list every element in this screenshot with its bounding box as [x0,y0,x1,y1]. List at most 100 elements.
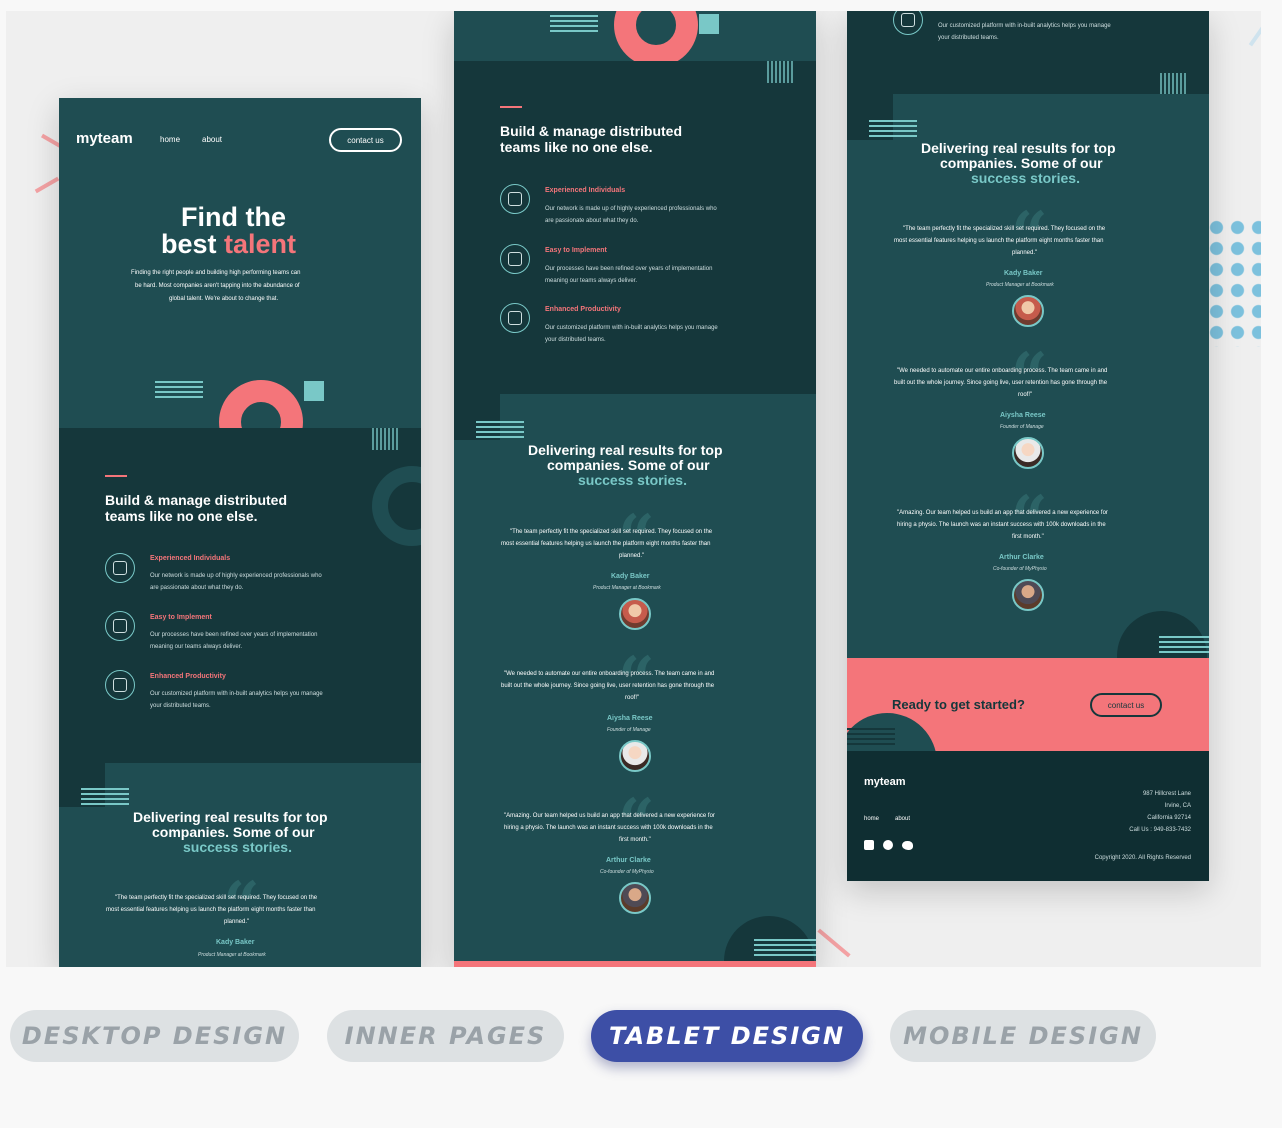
testimonial-name: Kady Baker [611,573,650,580]
contact-us-button[interactable]: contact us [329,128,402,152]
cta-contact-button[interactable]: contact us [1090,693,1162,717]
testimonial-name: Arthur Clarke [999,554,1044,561]
testimonial-text: hiring a physio. The launch was an insta… [897,522,1106,528]
results-title-line1: Delivering real results for top [528,442,723,458]
decor-lines [869,120,917,140]
testimonial-text: planned." [1012,250,1038,256]
footer-address-line: California 92714 [1147,815,1191,821]
logo: myteam [76,130,133,147]
footer-about-link[interactable]: about [895,816,910,822]
avatar [619,740,651,772]
hero-title-line2: best talent [161,229,296,260]
footer-address-line: 987 Hillcrest Lane [1142,791,1191,797]
tab-desktop-design[interactable]: DESKTOP DESIGN [10,1010,299,1062]
chart-icon [500,303,530,333]
feature-title: Experienced Individuals [150,555,231,562]
footer-copyright: Copyright 2020. All Rights Reserved [1094,855,1191,861]
build-title-line1: Build & manage distributed [500,123,683,139]
build-section: Build & manage distributed teams like no… [454,61,816,394]
decor-grid [1160,73,1186,94]
testimonial-text: "We needed to automate our entire onboar… [897,368,1108,374]
footer: myteam home about 987 Hillcrest Lane Irv… [847,751,1209,881]
nav-about-link[interactable]: about [202,135,222,144]
results-title-line2: companies. Some of our [940,155,1103,171]
decor-lines [476,421,524,441]
avatar [1012,579,1044,611]
footer-address-line: Call Us : 949-833-7432 [1129,827,1191,833]
tab-tablet-design[interactable]: TABLET DESIGN [591,1010,863,1062]
decor-ring-half [372,466,421,546]
quote-icon: “ [1011,198,1048,273]
testimonial-text: roof!" [1018,392,1033,398]
quote-icon: “ [223,868,260,943]
build-title-line2: teams like no one else. [105,508,258,524]
facebook-icon[interactable] [864,840,874,850]
testimonial-name: Aiysha Reese [1000,412,1046,419]
results-title-line3: success stories. [578,472,687,488]
results-title-line1: Delivering real results for top [133,809,328,825]
footer-home-link[interactable]: home [864,816,879,822]
testimonial-text: roof!" [625,695,640,701]
mock-page-1: myteam home about contact us Find the be… [59,98,421,967]
decor-mint-square [304,381,324,401]
decor-coral-cross [34,176,60,194]
testimonial-text: "Amazing. Our team helped us build an ap… [504,813,715,819]
decor-mint-square [699,14,719,34]
testimonial-text: "Amazing. Our team helped us build an ap… [897,510,1108,516]
twitter-icon[interactable] [902,841,913,850]
avatar [1012,295,1044,327]
feature-text: Our network is made up of highly experie… [545,206,717,212]
decor-lines [155,381,203,401]
testimonial-text: "The team perfectly fit the specialized … [903,226,1106,232]
testimonial-role: Product Manager at Bookmark [593,585,661,591]
tab-mobile-design[interactable]: MOBILE DESIGN [890,1010,1156,1062]
feature-title: Experienced Individuals [545,187,626,194]
tab-label: TABLET DESIGN [608,1022,846,1050]
hero-body-line: global talent. We're about to change tha… [169,296,279,302]
cta-section: Ready to get started? contact us [847,658,1209,751]
testimonial-text: first month." [1012,534,1044,540]
feature-text: meaning our teams always deliver. [545,278,638,284]
pinterest-icon[interactable] [883,840,893,850]
feature-title: Enhanced Productivity [545,306,621,313]
tab-inner-pages[interactable]: INNER PAGES [327,1010,564,1062]
avatar [619,882,651,914]
decor-lines [1159,636,1209,656]
gear-icon [500,244,530,274]
contact-us-label: contact us [347,135,384,145]
results-title-line1: Delivering real results for top [921,140,1116,156]
feature-text: meaning our teams always deliver. [150,644,243,650]
avatar [619,598,651,630]
results-title-line3: success stories. [183,839,292,855]
design-tabs: DESKTOP DESIGN INNER PAGES TABLET DESIGN… [0,1010,1282,1064]
testimonial-text: most essential features helping us launc… [894,238,1104,244]
testimonial-name: Arthur Clarke [606,857,651,864]
nav-home-link[interactable]: home [160,135,180,144]
decor-coral-line [817,928,851,958]
mock-page-3: Our customized platform with in-built an… [847,11,1209,881]
chart-icon [893,11,923,35]
tab-label: INNER PAGES [344,1022,547,1050]
decor-grid [372,428,398,450]
accent-bar [500,106,522,108]
footer-address-line: Irvine, CA [1164,803,1191,809]
feature-text: Our processes have been refined over yea… [545,266,713,272]
feature-text: your distributed teams. [545,337,606,343]
decor-lines [754,939,816,959]
testimonial-role: Co-founder of MyPhysio [600,869,654,875]
feature-text: Our network is made up of highly experie… [150,573,322,579]
testimonial-name: Kady Baker [216,939,255,946]
testimonial-text: hiring a physio. The launch was an insta… [504,825,713,831]
testimonial-text: planned." [619,553,645,559]
accent-bar [105,475,127,477]
chart-icon [105,670,135,700]
hero-title-prefix: best [161,229,225,259]
feature-text: are passionate about what they do. [545,218,639,224]
feature-text: are passionate about what they do. [150,585,244,591]
testimonial-text: planned." [224,919,250,925]
testimonial-text: "We needed to automate our entire onboar… [504,671,715,677]
testimonial-text: "The team perfectly fit the specialized … [510,529,713,535]
feature-title: Easy to Implement [150,614,212,621]
footer-logo: myteam [864,776,906,788]
feature-text: your distributed teams. [150,703,211,709]
